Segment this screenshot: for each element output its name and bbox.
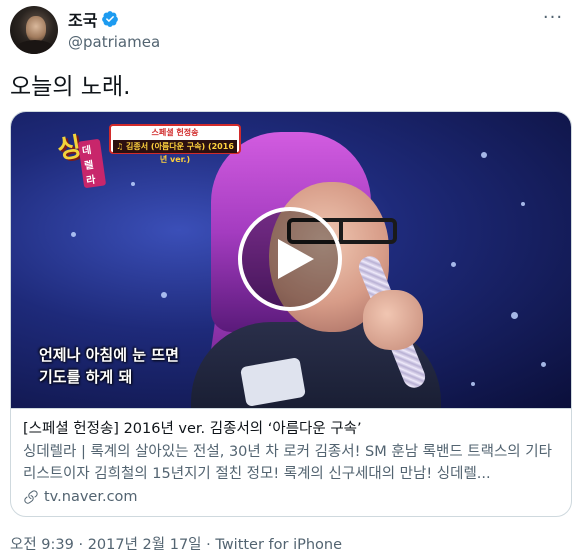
card-description: 싱데렐라 | 록계의 살아있는 전설, 30년 차 로커 김종서! SM 훈남 … (23, 444, 552, 482)
stage-light (161, 292, 167, 298)
avatar-face (26, 16, 46, 42)
subtitle-line-1: 언제나 아침에 눈 뜨면 (39, 346, 179, 364)
author-block: 조국 @patriamea (68, 8, 160, 51)
stage-light (521, 202, 525, 206)
stage-light (131, 182, 135, 186)
stage-light (471, 382, 475, 386)
caption-top: 스페셜 헌정송 (151, 128, 199, 137)
show-logo-sub: 데렐라 (77, 138, 107, 189)
stage-light (481, 152, 487, 158)
meta-separator: · (201, 537, 216, 553)
verified-badge-icon (102, 11, 119, 27)
video-thumbnail[interactable]: 싱 데렐라 스페셜 헌정송 ♫ 김종서 (아름다운 구속) (2016년 ver… (11, 112, 571, 408)
avatar[interactable] (10, 6, 58, 54)
stage-light (71, 232, 76, 237)
tweet-header: 조국 @patriamea ··· (10, 6, 569, 56)
video-subtitle: 언제나 아침에 눈 뜨면 기도를 하게 돼 (39, 344, 179, 388)
stage-light (511, 312, 518, 319)
card-body[interactable]: [스페셜 헌정송] 2016년 ver. 김종서의 ‘아름다운 구속’ 싱데렐라… (11, 408, 571, 516)
stage-light (451, 262, 456, 267)
stage-light (541, 362, 546, 367)
name-row: 조국 (68, 8, 160, 30)
link-card[interactable]: 싱 데렐라 스페셜 헌정송 ♫ 김종서 (아름다운 구속) (2016년 ver… (10, 111, 572, 517)
card-title: [스페셜 헌정송] 2016년 ver. 김종서의 ‘아름다운 구속’ (23, 421, 362, 437)
play-button[interactable] (238, 207, 342, 311)
link-icon (24, 490, 38, 504)
song-caption-box: 스페셜 헌정송 ♫ 김종서 (아름다운 구속) (2016년 ver.) (109, 124, 241, 164)
performer-hand (363, 290, 423, 350)
card-domain: tv.naver.com (23, 489, 559, 505)
tweet-date[interactable]: 2017년 2월 17일 (88, 537, 202, 553)
caption-bottom: ♫ 김종서 (아름다운 구속) (2016년 ver.) (113, 140, 237, 164)
author-handle[interactable]: @patriamea (68, 33, 160, 51)
more-options-icon[interactable]: ··· (541, 9, 565, 32)
meta-separator: · (73, 537, 88, 553)
tweet-source[interactable]: Twitter for iPhone (215, 537, 342, 553)
tweet-text: 오늘의 노래. (10, 74, 131, 100)
tweet-time[interactable]: 오전 9:39 (10, 537, 74, 553)
author-display-name[interactable]: 조국 (68, 7, 97, 31)
card-domain-text[interactable]: tv.naver.com (44, 489, 138, 505)
show-logo: 싱 데렐라 (33, 118, 107, 189)
play-icon (278, 239, 314, 279)
tweet-meta: 오전 9:39 · 2017년 2월 17일 · Twitter for iPh… (10, 533, 342, 554)
subtitle-line-2: 기도를 하게 돼 (39, 368, 133, 386)
avatar-shoulder (14, 40, 56, 54)
